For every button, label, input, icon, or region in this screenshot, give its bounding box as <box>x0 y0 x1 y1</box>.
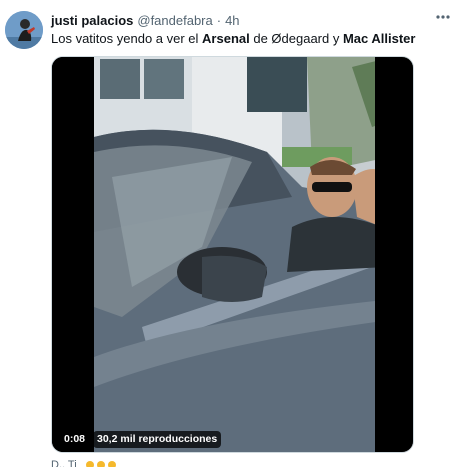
tweet: justi palacios @fandefabra · 4h Los vati… <box>0 0 465 467</box>
author-handle[interactable]: @fandefabra <box>137 13 212 28</box>
emoji-icon <box>107 461 116 467</box>
emoji-icon <box>96 461 105 467</box>
reply-preview: D.. Ti <box>51 459 119 467</box>
video-player[interactable]: 0:08 30,2 mil reproducciones <box>51 56 414 453</box>
avatar[interactable] <box>5 11 43 49</box>
tweet-text: Los vatitos yendo a ver el Arsenal de Ød… <box>51 30 455 47</box>
author-name[interactable]: justi palacios <box>51 13 133 28</box>
video-time-badge: 0:08 <box>64 433 86 445</box>
tweet-text-part: de Ødegaard y <box>249 31 343 46</box>
more-horizontal-icon <box>436 15 450 19</box>
emoji-icon <box>85 461 94 467</box>
tweet-timestamp[interactable]: 4h <box>225 13 239 28</box>
reply-preview-text: D.. Ti <box>51 459 77 467</box>
tweet-text-part: Los vatitos yendo a ver el <box>51 31 203 46</box>
separator-dot: · <box>216 12 222 28</box>
avatar-image <box>5 11 43 49</box>
more-options-button[interactable] <box>433 7 453 27</box>
video-views-badge: 30,2 mil reproducciones <box>93 431 222 448</box>
video-frame <box>52 57 413 452</box>
emoji-row <box>85 459 119 467</box>
tweet-header: justi palacios @fandefabra · 4h <box>51 11 455 29</box>
tweet-text-bold: Arsenal <box>202 31 250 46</box>
tweet-text-bold: Mac Allister <box>342 31 416 46</box>
